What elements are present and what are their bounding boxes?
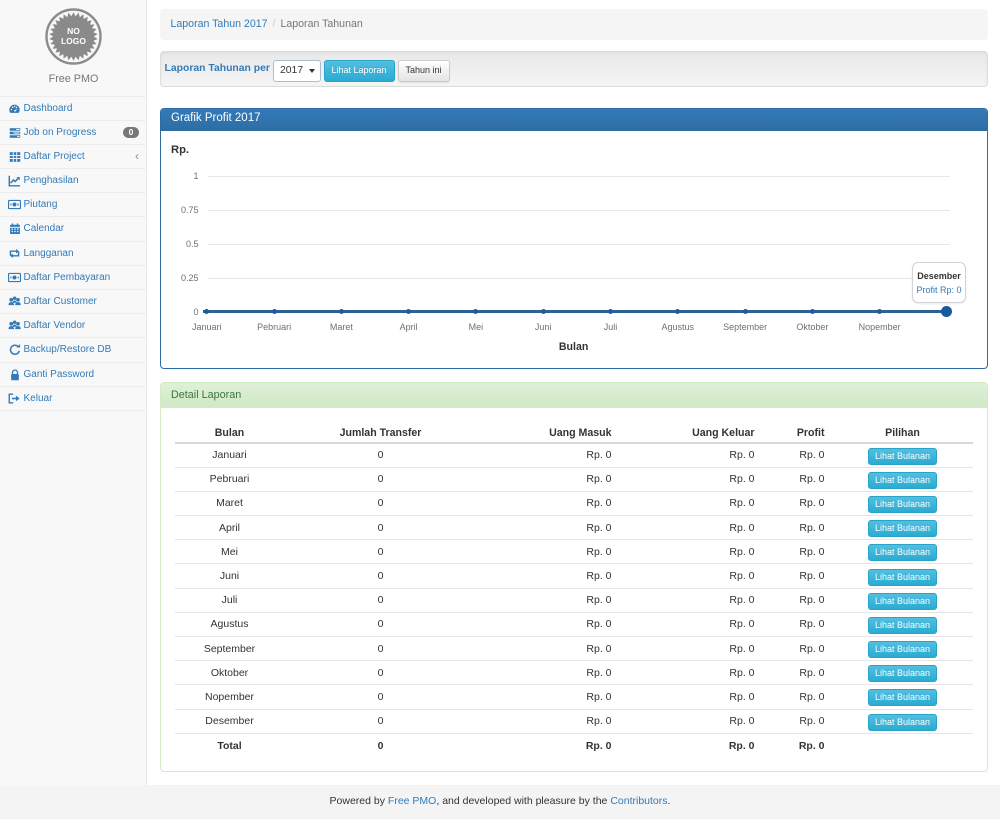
svg-text:LOGO: LOGO <box>61 36 86 46</box>
svg-text:NO: NO <box>67 26 80 36</box>
